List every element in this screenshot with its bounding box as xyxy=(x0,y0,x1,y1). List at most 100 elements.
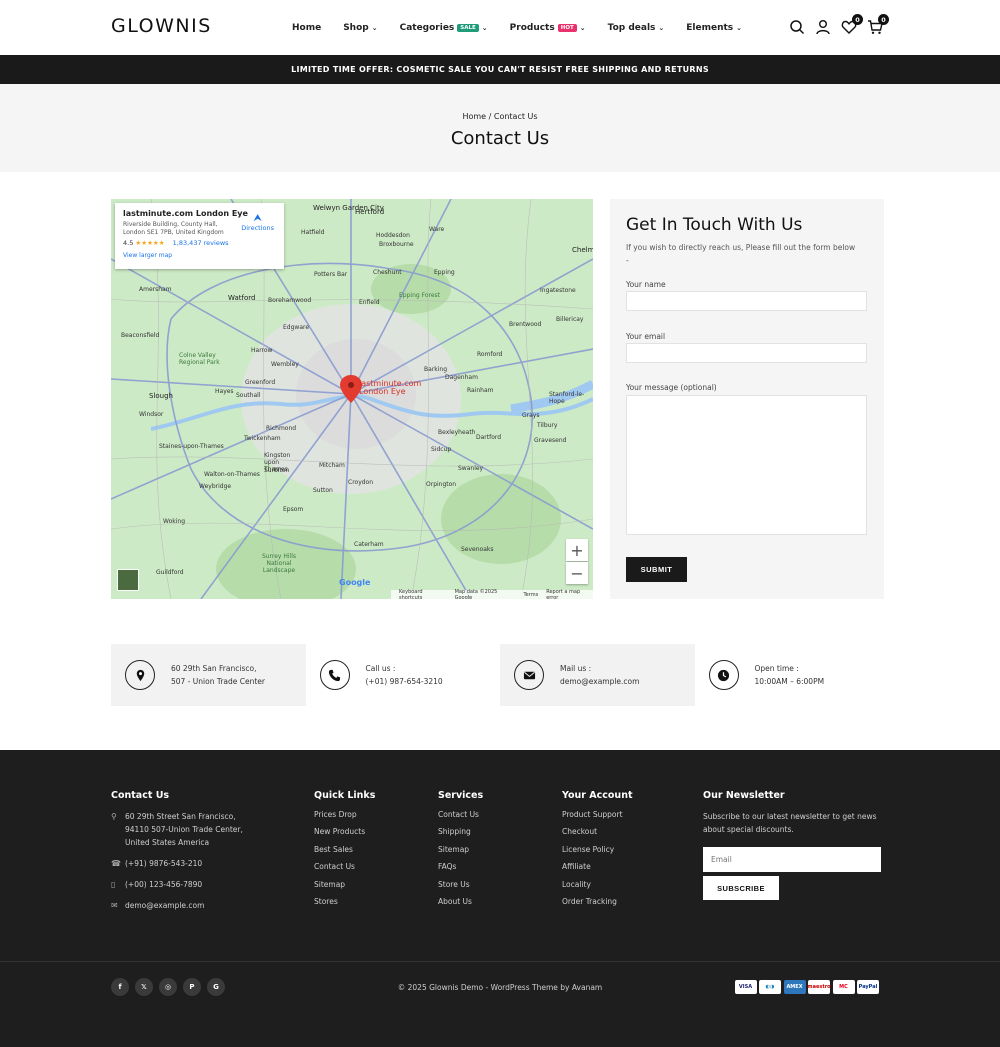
map-layer-toggle[interactable] xyxy=(117,569,139,591)
footer-link[interactable]: Shipping xyxy=(438,827,483,844)
footer-link[interactable]: Store Us xyxy=(438,880,483,897)
map-pin-label[interactable]: lastminute.com London Eye xyxy=(359,380,421,396)
search-icon[interactable] xyxy=(788,18,806,36)
amex-icon: AMEX xyxy=(783,980,806,994)
map-town-label: Brentwood xyxy=(509,321,542,328)
map-town-label: Hatfield xyxy=(301,229,325,236)
info-line[interactable]: (+01) 987-654-3210 xyxy=(366,675,443,688)
nav-item-home[interactable]: Home xyxy=(292,23,321,33)
map-town-label: Dartford xyxy=(476,434,502,441)
footer-divider xyxy=(0,961,1000,962)
map-town-label: Wembley xyxy=(271,361,299,368)
site-logo[interactable]: GLOWNIS xyxy=(111,15,212,37)
name-input[interactable] xyxy=(626,291,867,311)
nav-item-products[interactable]: Products HOT ⌄ xyxy=(510,23,586,33)
chevron-down-icon: ⌄ xyxy=(481,24,488,32)
zoom-out-button[interactable]: − xyxy=(566,562,588,584)
breadcrumb: Home / Contact Us xyxy=(0,112,1000,121)
footer-link[interactable]: Contact Us xyxy=(314,862,375,879)
map-town-label: Ware xyxy=(429,226,445,233)
footer-address: ⚲ 60 29th Street San Francisco, 94110 50… xyxy=(111,812,243,847)
footer-link[interactable]: New Products xyxy=(314,827,375,844)
contact-form: Get In Touch With Us If you wish to dire… xyxy=(610,199,884,599)
map-town-label: Rainham xyxy=(467,387,494,394)
footer-quick-links: Quick Links Prices Drop New Products Bes… xyxy=(314,790,375,914)
newsletter-text: Subscribe to our latest newsletter to ge… xyxy=(703,812,877,834)
footer-link[interactable]: Checkout xyxy=(562,827,633,844)
breadcrumb-home[interactable]: Home xyxy=(462,112,486,121)
footer-link[interactable]: Affiliate xyxy=(562,862,633,879)
promo-bar: LIMITED TIME OFFER: COSMETIC SALE YOU CA… xyxy=(0,55,1000,84)
zoom-in-button[interactable]: + xyxy=(566,539,588,561)
map-town-label: Gravesend xyxy=(534,437,567,444)
map-town-label: Surbiton xyxy=(264,467,290,474)
message-textarea[interactable] xyxy=(626,395,867,535)
nav-item-shop[interactable]: Shop ⌄ xyxy=(343,23,377,33)
map-town-label: Chelmsford xyxy=(572,246,593,254)
footer-email: ✉ demo@example.com xyxy=(111,901,205,910)
terms-link[interactable]: Terms xyxy=(523,592,538,598)
footer-link[interactable]: Prices Drop xyxy=(314,810,375,827)
contact-info-strip: 60 29th San Francisco, 507 - Union Trade… xyxy=(111,644,889,706)
footer-link[interactable]: Stores xyxy=(314,897,375,914)
google-map[interactable]: Welwyn Garden City Hertford Hatfield Hod… xyxy=(111,199,593,599)
footer-heading: Contact Us xyxy=(111,790,170,801)
footer-heading: Our Newsletter xyxy=(703,790,785,801)
mobile-icon: ▯ xyxy=(111,880,116,889)
email-input[interactable] xyxy=(626,343,867,363)
map-town-label: Slough xyxy=(149,392,173,400)
location-icon xyxy=(125,660,155,690)
map-town-label: Amersham xyxy=(139,286,172,293)
map-town-label: Edgware xyxy=(283,324,310,331)
wishlist-icon[interactable]: 0 xyxy=(840,14,863,36)
report-map-error-link[interactable]: Report a map error xyxy=(546,589,593,600)
footer-link[interactable]: Best Sales xyxy=(314,845,375,862)
footer-link[interactable]: About Us xyxy=(438,897,483,914)
breadcrumb-current: Contact Us xyxy=(493,112,538,121)
map-park-label: Colne Valley Regional Park xyxy=(179,352,220,366)
cart-icon[interactable]: 0 xyxy=(866,14,889,36)
map-town-label: Potters Bar xyxy=(314,271,348,278)
footer-link[interactable]: Sitemap xyxy=(438,845,483,862)
clock-icon xyxy=(708,660,739,690)
map-town-label: Sidcup xyxy=(431,446,452,453)
site-footer: Contact Us ⚲ 60 29th Street San Francisc… xyxy=(0,750,1000,1047)
info-line: Open time : xyxy=(754,664,799,673)
nav-item-top-deals[interactable]: Top deals ⌄ xyxy=(608,23,665,33)
location-icon: ⚲ xyxy=(111,812,117,821)
page-title-bar: Home / Contact Us Contact Us xyxy=(0,84,1000,172)
info-line[interactable]: demo@example.com xyxy=(560,675,639,688)
map-town-label: Weybridge xyxy=(199,483,232,490)
payment-methods: VISA ◐◑ AMEX maestro MC PayPal xyxy=(732,980,879,994)
directions-button[interactable]: ⮝ Directions xyxy=(241,213,274,232)
subscribe-button[interactable]: SUBSCRIBE xyxy=(703,876,779,900)
map-town-label: Romford xyxy=(477,351,503,358)
footer-link[interactable]: Locality xyxy=(562,880,633,897)
submit-button[interactable]: SUBMIT xyxy=(626,557,687,582)
footer-link[interactable]: Order Tracking xyxy=(562,897,633,914)
keyboard-shortcuts-link[interactable]: Keyboard shortcuts xyxy=(399,589,447,600)
footer-link[interactable]: FAQs xyxy=(438,862,483,879)
footer-link[interactable]: Contact Us xyxy=(438,810,483,827)
map-park-label: Surrey Hills National Landscape xyxy=(261,553,297,574)
nav-label: Products xyxy=(509,23,555,33)
newsletter-email-input[interactable] xyxy=(703,847,881,872)
chevron-down-icon: ⌄ xyxy=(658,24,665,32)
mail-icon xyxy=(514,660,544,690)
map-town-label: Enfield xyxy=(359,299,380,306)
footer-link[interactable]: License Policy xyxy=(562,845,633,862)
nav-item-elements[interactable]: Elements ⌄ xyxy=(686,23,742,33)
footer-link[interactable]: Sitemap xyxy=(314,880,375,897)
footer-link[interactable]: Product Support xyxy=(562,810,633,827)
google-logo: Google xyxy=(339,578,371,587)
reviews-link[interactable]: 1,83,437 reviews xyxy=(173,239,229,247)
view-larger-map-link[interactable]: View larger map xyxy=(123,252,276,259)
nav-item-categories[interactable]: Categories SALE ⌄ xyxy=(400,23,488,33)
info-phone: Call us : (+01) 987-654-3210 xyxy=(305,644,500,706)
footer-services: Services Contact Us Shipping Sitemap FAQ… xyxy=(438,790,483,914)
footer-phone: ☎ (+91) 9876-543-210 xyxy=(111,859,203,868)
telephone-icon: ☎ xyxy=(111,859,121,868)
mail-icon: ✉ xyxy=(111,901,118,910)
maestro-icon: maestro xyxy=(807,980,831,994)
account-icon[interactable] xyxy=(814,18,832,36)
